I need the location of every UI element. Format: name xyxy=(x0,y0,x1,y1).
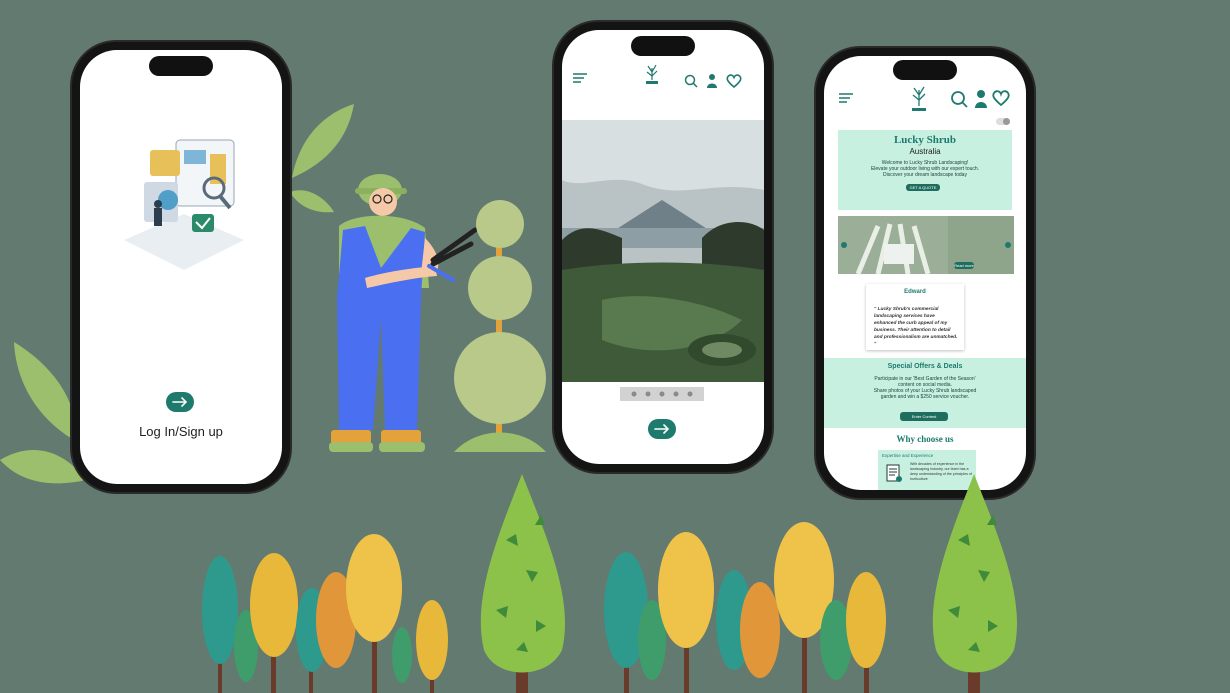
hamburger-icon[interactable] xyxy=(838,92,854,104)
next-button[interactable] xyxy=(648,419,676,439)
brand-subtitle: Australia xyxy=(909,147,941,156)
read-more-button[interactable]: Read more xyxy=(954,262,974,269)
testimonial-card: Edward " Lucky Shrub's commercial landsc… xyxy=(866,284,964,350)
login-signup-link[interactable]: Log In/Sign up xyxy=(80,424,282,439)
phone-notch xyxy=(631,36,695,56)
why-choose-title: Why choose us xyxy=(896,434,954,444)
garden-photo xyxy=(562,120,764,382)
login-screen: Log In/Sign up xyxy=(80,50,282,484)
topiary-illustration xyxy=(454,200,546,452)
lucky-shrub-logo xyxy=(912,86,926,111)
testimonial-quote: " Lucky Shrub's commercial landscaping s… xyxy=(874,307,958,347)
offers-line: garden and win a $250 service voucher. xyxy=(880,394,970,400)
heart-icon[interactable] xyxy=(992,90,1010,107)
analytics-illustration xyxy=(124,139,244,270)
theme-toggle[interactable] xyxy=(996,118,1010,125)
search-icon[interactable] xyxy=(684,74,698,88)
brand-title: Lucky Shrub xyxy=(893,134,957,146)
welcome-line: Discover your dream landscape today xyxy=(883,172,967,178)
user-icon[interactable] xyxy=(706,73,718,89)
lucky-shrub-logo xyxy=(646,64,658,84)
user-icon[interactable] xyxy=(974,89,988,109)
gallery-screen xyxy=(562,30,764,464)
offers-section: Special Offers & Deals Participate in ou… xyxy=(824,358,1026,428)
feature-card-title: Expertise and Experience xyxy=(882,453,934,458)
phone-notch xyxy=(893,60,957,80)
phone-login: Log In/Sign up xyxy=(72,42,290,492)
enter-contest-button[interactable]: Enter Contest xyxy=(900,412,948,421)
next-button[interactable] xyxy=(166,392,194,412)
testimonial-name: Edward xyxy=(904,289,926,295)
home-screen: Lucky Shrub Australia Welcome to Lucky S… xyxy=(824,56,1026,490)
phone-notch xyxy=(149,56,213,76)
arrow-right-icon xyxy=(172,397,188,407)
heart-icon[interactable] xyxy=(726,74,742,89)
forest-illustration xyxy=(202,474,1018,693)
search-icon[interactable] xyxy=(950,90,968,108)
hamburger-icon[interactable] xyxy=(572,72,588,84)
carousel-dots[interactable] xyxy=(620,387,704,401)
phone-gallery xyxy=(554,22,772,472)
phone-home: Lucky Shrub Australia Welcome to Lucky S… xyxy=(816,48,1034,498)
hero-banner: Lucky Shrub Australia Welcome to Lucky S… xyxy=(838,130,1012,210)
projects-carousel[interactable] xyxy=(838,216,1014,275)
offers-title: Special Offers & Deals xyxy=(887,363,963,370)
get-quote-button[interactable]: GET A QUOTE xyxy=(906,184,940,191)
arrow-right-icon xyxy=(654,424,670,434)
